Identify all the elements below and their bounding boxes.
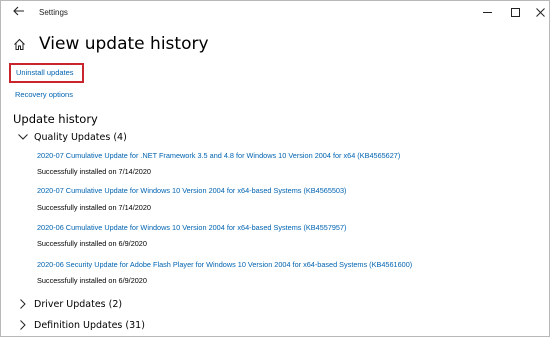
home-icon[interactable] (11, 36, 27, 52)
group-quality-updates[interactable]: Quality Updates (4) (18, 130, 127, 144)
update-status: Successfully installed on 7/14/2020 (37, 167, 151, 176)
close-icon (535, 7, 545, 17)
update-status: Successfully installed on 7/14/2020 (37, 203, 151, 212)
update-link[interactable]: 2020-06 Cumulative Update for Windows 10… (37, 223, 346, 232)
section-title: Update history (13, 112, 98, 126)
uninstall-updates-link[interactable]: Uninstall updates (16, 68, 74, 77)
update-link[interactable]: 2020-07 Cumulative Update for Windows 10… (37, 186, 346, 195)
chevron-down-icon (18, 132, 28, 142)
chevron-right-icon (18, 299, 28, 309)
window-title: Settings (39, 8, 68, 17)
minimize-icon (482, 11, 492, 13)
title-bar: Settings (1, 1, 549, 25)
minimize-button[interactable] (477, 3, 497, 21)
maximize-button[interactable] (505, 3, 525, 21)
update-status: Successfully installed on 6/9/2020 (37, 276, 147, 285)
update-link[interactable]: 2020-06 Security Update for Adobe Flash … (37, 260, 412, 269)
group-definition-updates[interactable]: Definition Updates (31) (18, 318, 145, 332)
group-label: Driver Updates (2) (34, 298, 123, 310)
update-status: Successfully installed on 6/9/2020 (37, 239, 147, 248)
update-link[interactable]: 2020-07 Cumulative Update for .NET Frame… (37, 151, 400, 160)
page-header: View update history (11, 31, 209, 57)
settings-window: Settings View update history Uninstall u… (0, 0, 550, 337)
recovery-options-link[interactable]: Recovery options (15, 90, 73, 99)
page-title: View update history (39, 34, 209, 54)
close-button[interactable] (530, 3, 549, 21)
group-driver-updates[interactable]: Driver Updates (2) (18, 297, 122, 311)
group-label: Quality Updates (4) (34, 131, 127, 143)
back-arrow-icon[interactable] (11, 4, 27, 20)
group-label: Definition Updates (31) (34, 319, 145, 331)
chevron-right-icon (18, 320, 28, 330)
maximize-icon (510, 7, 520, 17)
